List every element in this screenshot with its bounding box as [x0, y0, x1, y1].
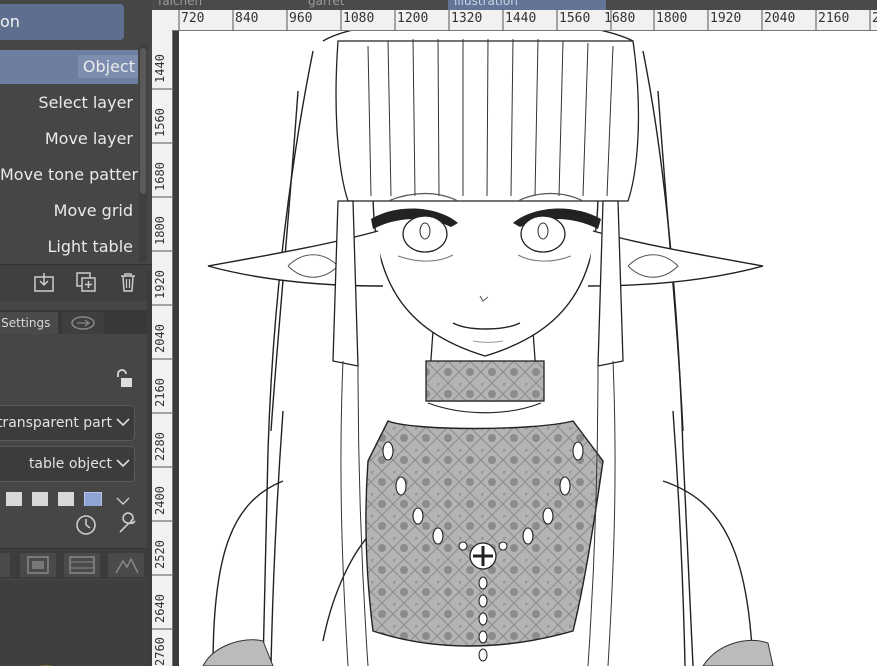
- unlock-icon[interactable]: [114, 368, 134, 390]
- ruler-label: 1800: [153, 216, 167, 245]
- tab-label: falchen: [158, 0, 203, 8]
- wrench-icon[interactable]: [116, 512, 140, 536]
- color-wheel[interactable]: [0, 640, 120, 666]
- transparent-part-select[interactable]: of transparent part: [0, 405, 135, 441]
- ruler-label: 1200: [397, 11, 429, 26]
- subtool-scroll-thumb[interactable]: [140, 48, 146, 194]
- tab-document-1[interactable]: falchen: [152, 0, 303, 10]
- subtool-move-tone-pattern[interactable]: Move tone pattern: [0, 158, 148, 192]
- subtool-light-table[interactable]: Light table: [0, 230, 138, 264]
- subtool-object[interactable]: Object: [0, 50, 138, 84]
- sync-icon: [71, 316, 95, 330]
- subtool-label: Light table: [47, 237, 133, 256]
- ruler-label: 2040: [153, 324, 167, 353]
- sub-tool-panel: on Object Select layer Move layer Move t…: [0, 0, 152, 666]
- ruler-label: 2400: [153, 486, 167, 515]
- ruler-label: 2280: [153, 432, 167, 461]
- tab-navigator[interactable]: [108, 553, 144, 577]
- subtool-actions-bar: [0, 264, 152, 301]
- tab-color-set[interactable]: [20, 553, 56, 577]
- subtool-move-grid[interactable]: Move grid: [0, 194, 138, 228]
- ruler-label: 1440: [153, 54, 167, 83]
- ruler-label: 1680: [604, 11, 636, 26]
- tab-film[interactable]: [64, 553, 100, 577]
- subtool-label: Select layer: [38, 93, 133, 112]
- select-value: table object: [28, 456, 112, 472]
- subtool-label: Move layer: [44, 129, 133, 148]
- chevron-down-icon[interactable]: [116, 496, 130, 506]
- delete-subtool-icon[interactable]: [117, 271, 139, 293]
- ruler-label: 960: [289, 11, 313, 26]
- film-icon: [69, 556, 95, 574]
- tab-tool-settings[interactable]: l Settings: [0, 312, 58, 334]
- tab-label: illustration: [454, 0, 518, 8]
- ruler-label: 1440: [505, 11, 537, 26]
- ruler-label: 2760: [153, 637, 167, 666]
- subtool-list: Object Select layer Move layer Move tone…: [0, 48, 148, 264]
- subtool-move-layer[interactable]: Move layer: [0, 122, 138, 156]
- drawing-canvas[interactable]: [173, 31, 877, 666]
- ruler-label: 2640: [153, 594, 167, 623]
- ruler-label: 1080: [343, 11, 375, 26]
- ruler-label: 2: [872, 11, 877, 26]
- tool-header-label: on: [0, 12, 20, 31]
- ruler-label: 840: [235, 11, 259, 26]
- tab-label: garret: [308, 0, 345, 8]
- ruler-label: 1560: [559, 11, 591, 26]
- chevron-down-icon: [116, 459, 130, 468]
- subtool-select-layer[interactable]: Select layer: [0, 86, 138, 120]
- color-panel-tabs: [0, 548, 152, 579]
- ruler-label: 1680: [153, 162, 167, 191]
- duplicate-subtool-icon[interactable]: [75, 271, 97, 293]
- tab-sync[interactable]: [62, 312, 104, 334]
- ruler-label: 1920: [153, 270, 167, 299]
- ruler-label: 2520: [153, 540, 167, 569]
- palette-icon: [27, 556, 49, 574]
- subtool-label: Object: [77, 55, 138, 78]
- ruler-label: 720: [181, 11, 205, 26]
- ruler-label: 1800: [656, 11, 688, 26]
- horizontal-ruler[interactable]: 720 840 960 1080 1200 1320 1440 1560 168…: [152, 10, 877, 31]
- ruler-label: 1560: [153, 108, 167, 137]
- ruler-label: 2040: [764, 11, 796, 26]
- tab-color-wheel[interactable]: [0, 553, 10, 577]
- property-tool-row: [0, 506, 152, 544]
- tool-header-tab[interactable]: on: [0, 4, 124, 40]
- mountain-icon: [115, 557, 139, 574]
- document-tabs: falchen garret illustration: [152, 0, 877, 10]
- import-subtool-icon[interactable]: [33, 271, 55, 293]
- ruler-label: 2160: [818, 11, 850, 26]
- lineart-illustration: [202, 31, 774, 666]
- canvas-gutter: [173, 31, 179, 666]
- ruler-label: 1320: [451, 11, 483, 26]
- subtool-label: Move tone pattern: [0, 165, 148, 184]
- chevron-down-icon: [116, 418, 130, 427]
- timer-icon[interactable]: [74, 512, 98, 536]
- tab-label: l Settings: [0, 316, 51, 330]
- select-value: of transparent part: [0, 415, 112, 431]
- tab-document-illustration[interactable]: illustration: [448, 0, 606, 10]
- tab-document-2[interactable]: garret: [302, 0, 448, 10]
- subtool-label: Move grid: [53, 201, 133, 220]
- ruler-label: 1920: [710, 11, 742, 26]
- color-wheel-area[interactable]: [0, 580, 152, 666]
- ruler-label: 2160: [153, 378, 167, 407]
- tool-property-tabs: l Settings: [0, 310, 152, 334]
- vertical-ruler[interactable]: 1440 1560 1680 1800 1920 2040 2160 2280 …: [152, 30, 173, 666]
- object-select[interactable]: table object: [0, 446, 135, 482]
- tool-property-area: [0, 334, 152, 404]
